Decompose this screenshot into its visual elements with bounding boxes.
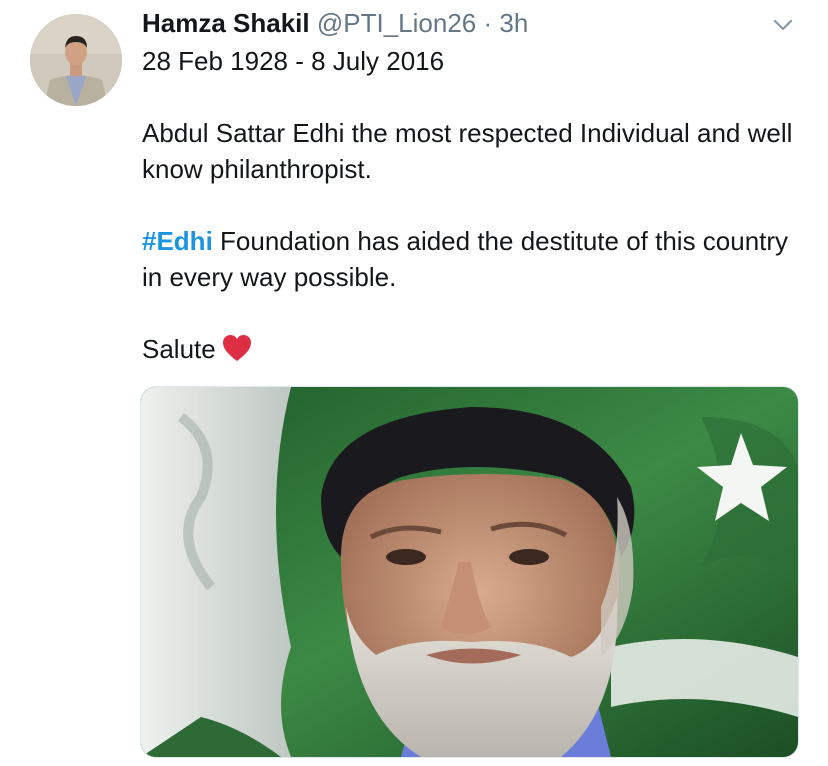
author-name[interactable]: Hamza Shakil xyxy=(142,8,310,38)
tweet-paragraph-1: Abdul Sattar Edhi the most respected Ind… xyxy=(142,118,793,184)
avatar-image xyxy=(30,14,122,106)
tweet-timestamp[interactable]: 3h xyxy=(499,8,528,38)
tweet-paragraph-3: Salute xyxy=(142,331,802,367)
avatar[interactable] xyxy=(30,14,122,106)
tweet-header: Hamza Shakil @PTI_Lion26 · 3h xyxy=(142,6,528,40)
tweet-body: Abdul Sattar Edhi the most respected Ind… xyxy=(142,115,802,403)
tweet-dates-line: 28 Feb 1928 - 8 July 2016 xyxy=(142,46,445,76)
tweet-media-image[interactable] xyxy=(140,386,799,758)
author-handle[interactable]: @PTI_Lion26 xyxy=(317,8,476,38)
paragraph-2-text: Foundation has aided the destitute of th… xyxy=(142,226,789,292)
tweet-paragraph-2: #Edhi Foundation has aided the destitute… xyxy=(142,223,802,295)
chevron-down-icon[interactable] xyxy=(770,12,796,38)
hashtag-link[interactable]: #Edhi xyxy=(142,226,213,256)
red-heart-icon xyxy=(222,335,251,361)
photo-edhi-with-flag xyxy=(141,387,798,757)
salute-text: Salute xyxy=(142,334,216,364)
separator-dot: · xyxy=(483,8,493,38)
